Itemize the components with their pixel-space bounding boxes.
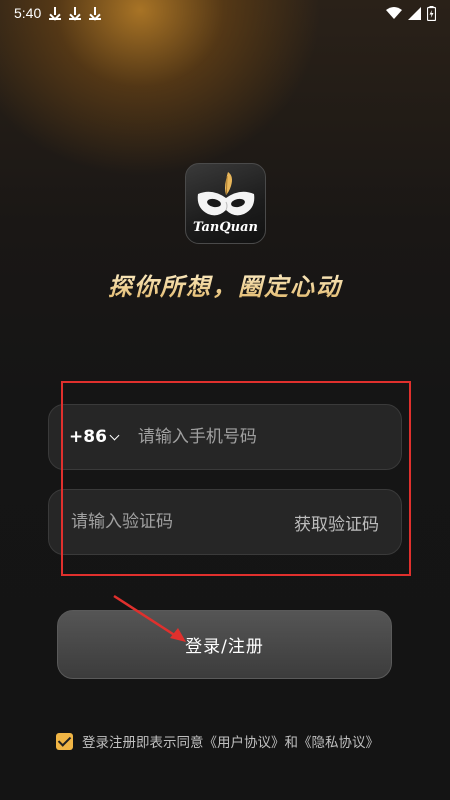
download-icon <box>89 6 102 20</box>
login-register-button[interactable]: 登录/注册 <box>57 610 392 679</box>
agreement-row: 登录注册即表示同意《用户协议》和《隐私协议》 <box>56 731 379 751</box>
privacy-policy-link[interactable]: 《隐私协议》 <box>298 735 379 751</box>
verification-code-field: 获取验证码 <box>48 489 402 555</box>
status-right <box>386 5 436 21</box>
download-icon <box>49 6 62 20</box>
get-code-button[interactable]: 获取验证码 <box>294 510 379 535</box>
phone-input[interactable] <box>137 427 368 447</box>
status-bar: 5:40 <box>0 0 450 26</box>
slogan: 探你所想，圈定心动 <box>0 267 450 302</box>
mask-icon <box>197 172 255 216</box>
agreement-text: 登录注册即表示同意《用户协议》和《隐私协议》 <box>82 731 379 751</box>
agreement-checkbox[interactable] <box>56 732 73 750</box>
background <box>0 0 450 800</box>
chevron-down-icon <box>109 430 120 440</box>
status-time: 5:40 <box>14 5 42 21</box>
country-code-selector[interactable]: +86 <box>69 427 120 447</box>
country-code-label: +86 <box>69 427 107 447</box>
app-logo: TanQuan <box>185 163 266 244</box>
logo-text: TanQuan <box>193 220 258 235</box>
wifi-icon <box>386 7 402 19</box>
agreement-and: 和 <box>284 735 299 751</box>
signal-icon <box>408 6 421 20</box>
annotation-arrow-icon <box>113 594 186 642</box>
user-agreement-link[interactable]: 《用户协议》 <box>204 735 285 751</box>
battery-icon <box>427 5 436 21</box>
download-icon <box>69 6 82 20</box>
agreement-prefix: 登录注册即表示同意 <box>82 735 204 751</box>
verification-code-input[interactable] <box>71 512 241 532</box>
phone-field: +86 <box>48 404 402 470</box>
status-left: 5:40 <box>14 5 102 21</box>
